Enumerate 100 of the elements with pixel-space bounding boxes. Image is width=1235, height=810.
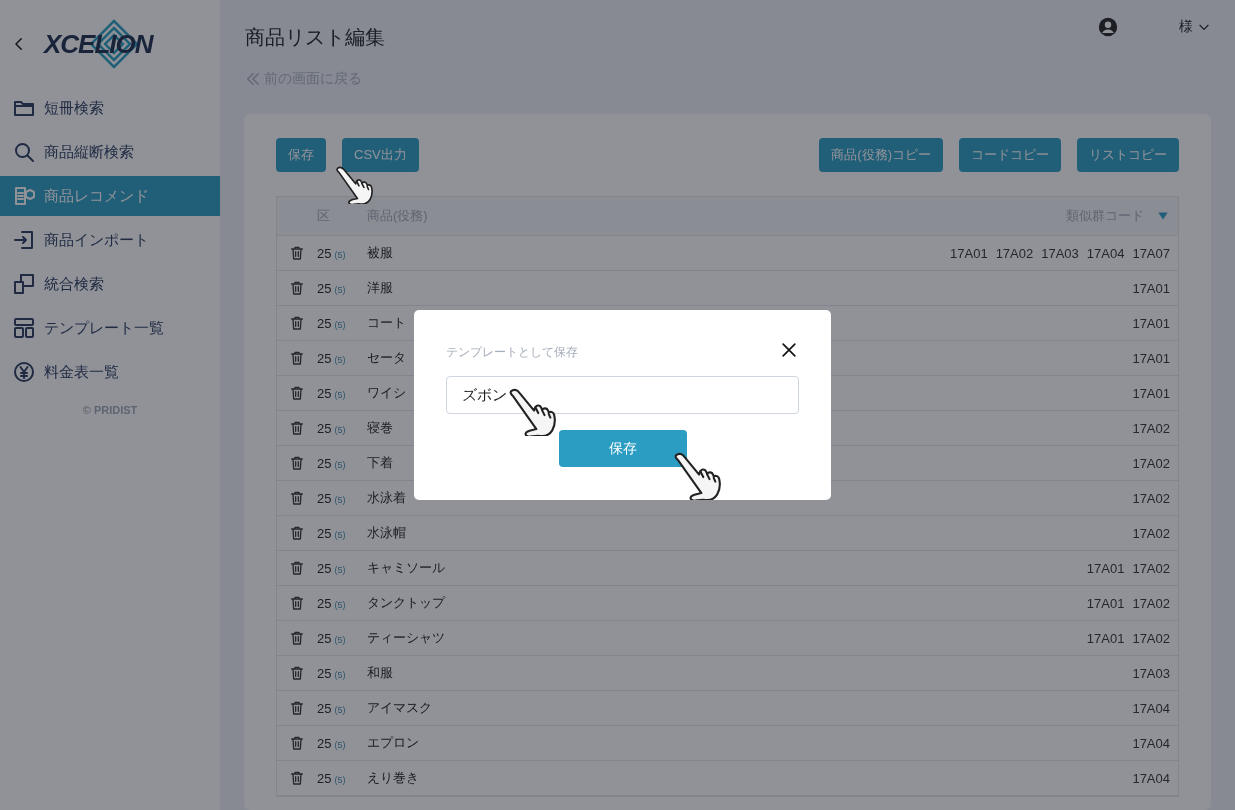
- trash-icon: [289, 455, 305, 471]
- sidebar-item[interactable]: 統合検索: [0, 264, 220, 304]
- product-name: 洋服: [367, 280, 393, 295]
- class-count: (5): [334, 634, 346, 645]
- similar-group-code: 17A02: [995, 245, 1034, 261]
- toolbar-button[interactable]: リストコピー: [1077, 138, 1179, 172]
- trash-icon: [289, 595, 305, 611]
- class-number: 25: [317, 735, 332, 751]
- toolbar-button[interactable]: 保存: [276, 138, 326, 172]
- similar-group-code: 17A01: [1086, 560, 1125, 576]
- class-number: 25: [317, 420, 332, 436]
- trash-icon: [289, 385, 305, 401]
- similar-group-code: 17A01: [950, 245, 988, 261]
- product-name: セータ: [367, 350, 406, 365]
- user-avatar-icon: [1097, 16, 1119, 38]
- template-name-field[interactable]: ズボン: [446, 376, 799, 414]
- class-count: (5): [334, 249, 346, 260]
- close-icon: [779, 340, 799, 360]
- product-name: 和服: [367, 665, 393, 680]
- class-number: 25: [317, 350, 332, 366]
- yen-icon: [12, 360, 36, 384]
- product-name: ワイシ: [367, 385, 406, 400]
- similar-group-code: 17A04: [1086, 245, 1125, 261]
- sidebar-item[interactable]: 料金表一覧: [0, 352, 220, 392]
- class-count: (5): [334, 564, 346, 575]
- class-count: (5): [334, 739, 346, 750]
- sidebar-item[interactable]: 商品レコメンド: [0, 176, 220, 216]
- product-name: キャミソール: [367, 560, 445, 575]
- hand-cursor-icon: [507, 388, 557, 436]
- product-name: 寝巻: [367, 420, 393, 435]
- product-name: エプロン: [367, 735, 419, 750]
- similar-group-code: 17A02: [1132, 490, 1170, 506]
- similar-group-code: 17A03: [1041, 245, 1079, 261]
- class-number: 25: [317, 665, 332, 681]
- class-number: 25: [317, 700, 332, 716]
- product-name: 下着: [367, 455, 393, 470]
- class-number: 25: [317, 525, 332, 541]
- similar-group-code: 17A01: [1086, 630, 1125, 646]
- page-title: 商品リスト編集: [245, 25, 385, 50]
- trash-icon: [289, 560, 305, 576]
- class-count: (5): [334, 669, 346, 680]
- toolbar-button[interactable]: コードコピー: [959, 138, 1061, 172]
- class-count: (5): [334, 774, 346, 785]
- class-number: 25: [317, 770, 332, 786]
- trash-icon: [289, 630, 305, 646]
- class-count: (5): [334, 529, 346, 540]
- double-chevron-left-icon: [244, 70, 262, 88]
- product-name: 水泳着: [367, 490, 406, 505]
- trash-icon: [289, 315, 305, 331]
- document-box-icon: [12, 184, 36, 208]
- overlap-squares-icon: [12, 272, 36, 296]
- product-name: ティーシャツ: [367, 630, 445, 645]
- sidebar-item[interactable]: 商品縦断検索: [0, 132, 220, 172]
- similar-group-code: 17A04: [1132, 735, 1170, 751]
- sidebar-item[interactable]: テンプレート一覧: [0, 308, 220, 348]
- trash-icon: [289, 350, 305, 366]
- similar-group-code: 17A01: [1086, 595, 1125, 611]
- dialog-label: テンプレートとして保存: [446, 344, 578, 361]
- class-count: (5): [334, 459, 346, 470]
- similar-group-code: 17A01: [1132, 315, 1170, 331]
- class-count: (5): [334, 354, 346, 365]
- similar-group-code: 17A02: [1132, 630, 1170, 646]
- sidebar-item[interactable]: 商品インポート: [0, 220, 220, 260]
- similar-group-code: 17A01: [1132, 385, 1170, 401]
- class-number: 25: [317, 280, 332, 296]
- trash-icon: [289, 735, 305, 751]
- class-number: 25: [317, 245, 332, 261]
- toolbar-button[interactable]: 商品(役務)コピー: [819, 138, 943, 172]
- trash-icon: [289, 665, 305, 681]
- class-number: 25: [317, 455, 332, 471]
- sidebar-item[interactable]: 短冊検索: [0, 88, 220, 128]
- trash-icon: [289, 420, 305, 436]
- product-name: 被服: [367, 245, 393, 260]
- class-count: (5): [334, 389, 346, 400]
- trash-icon: [289, 280, 305, 296]
- toolbar-button[interactable]: CSV出力: [342, 138, 419, 172]
- class-number: 25: [317, 630, 332, 646]
- similar-group-code: 17A02: [1132, 525, 1170, 541]
- similar-group-code: 17A02: [1132, 560, 1170, 576]
- product-name: アイマスク: [367, 700, 432, 715]
- similar-group-code: 17A07: [1132, 245, 1170, 261]
- product-name: 水泳帽: [367, 525, 406, 540]
- trash-icon: [289, 525, 305, 541]
- class-number: 25: [317, 595, 332, 611]
- product-name: コート: [367, 315, 406, 330]
- template-icon: [12, 316, 36, 340]
- user-menu[interactable]: 様: [1179, 18, 1211, 36]
- class-count: (5): [334, 284, 346, 295]
- trash-icon: [289, 245, 305, 261]
- class-number: 25: [317, 385, 332, 401]
- import-icon: [12, 228, 36, 252]
- similar-group-code: 17A02: [1132, 595, 1170, 611]
- product-name: えり巻き: [367, 770, 419, 785]
- search-icon: [12, 140, 36, 164]
- class-count: (5): [334, 319, 346, 330]
- class-number: 25: [317, 315, 332, 331]
- class-number: 25: [317, 490, 332, 506]
- class-count: (5): [334, 424, 346, 435]
- class-number: 25: [317, 560, 332, 576]
- save-button[interactable]: 保存: [558, 430, 687, 467]
